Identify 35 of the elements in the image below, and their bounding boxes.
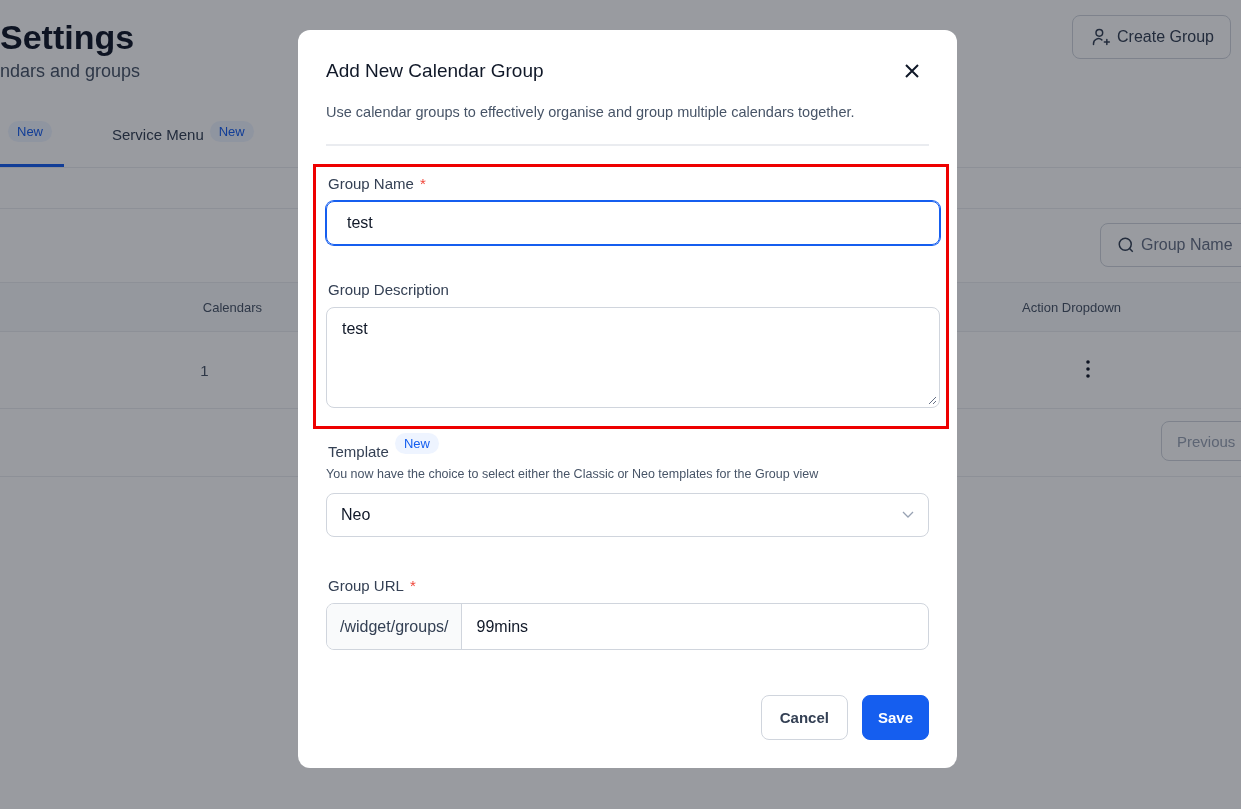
required-mark: * [409, 577, 416, 594]
new-badge: New [8, 121, 52, 142]
search-icon [1117, 236, 1135, 254]
save-button[interactable]: Save [861, 695, 929, 740]
template-select[interactable]: Neo [326, 493, 929, 537]
dialog-description: Use calendar groups to effectively organise and group multiple calendars together. [326, 104, 929, 146]
tab[interactable]: Service Menu New [104, 105, 266, 167]
resize-handle-icon[interactable] [928, 396, 937, 405]
field-label: Group Name [328, 175, 414, 192]
close-icon [905, 64, 919, 78]
new-badge: New [394, 433, 439, 454]
page-subtitle: ndars and groups [0, 61, 141, 82]
tab[interactable]: New [0, 105, 64, 167]
text-input-field[interactable]: test [326, 201, 940, 245]
page-title: Settings [0, 17, 136, 57]
add-user-icon [1091, 27, 1112, 47]
create-group-button[interactable]: Create Group [1072, 15, 1231, 59]
field-label: Group Description [328, 281, 449, 298]
cancel-button[interactable]: Cancel [760, 695, 848, 740]
chevron-down-icon [902, 511, 914, 519]
kebab-menu-icon[interactable] [1086, 359, 1090, 378]
column-header: Calendars [202, 299, 263, 315]
search-field[interactable]: Group Name [1100, 223, 1241, 267]
new-badge: New [209, 121, 254, 142]
textarea-field[interactable]: test [326, 307, 940, 408]
url-input-field[interactable]: /widget/groups/ 99mins [326, 603, 929, 650]
field-label: Template [328, 443, 389, 460]
field-label: Group URL [328, 577, 404, 594]
required-mark: * [419, 175, 426, 192]
url-prefix: /widget/groups/ [327, 604, 462, 649]
field-hint: You now have the choice to select either the Classic or Neo templates for the Group view [326, 467, 820, 481]
table-cell-text: 1 [200, 361, 210, 379]
dialog-title: Add New Calendar Group [326, 60, 544, 82]
column-header: Action Dropdown [1022, 299, 1122, 315]
close-button[interactable] [903, 62, 921, 80]
